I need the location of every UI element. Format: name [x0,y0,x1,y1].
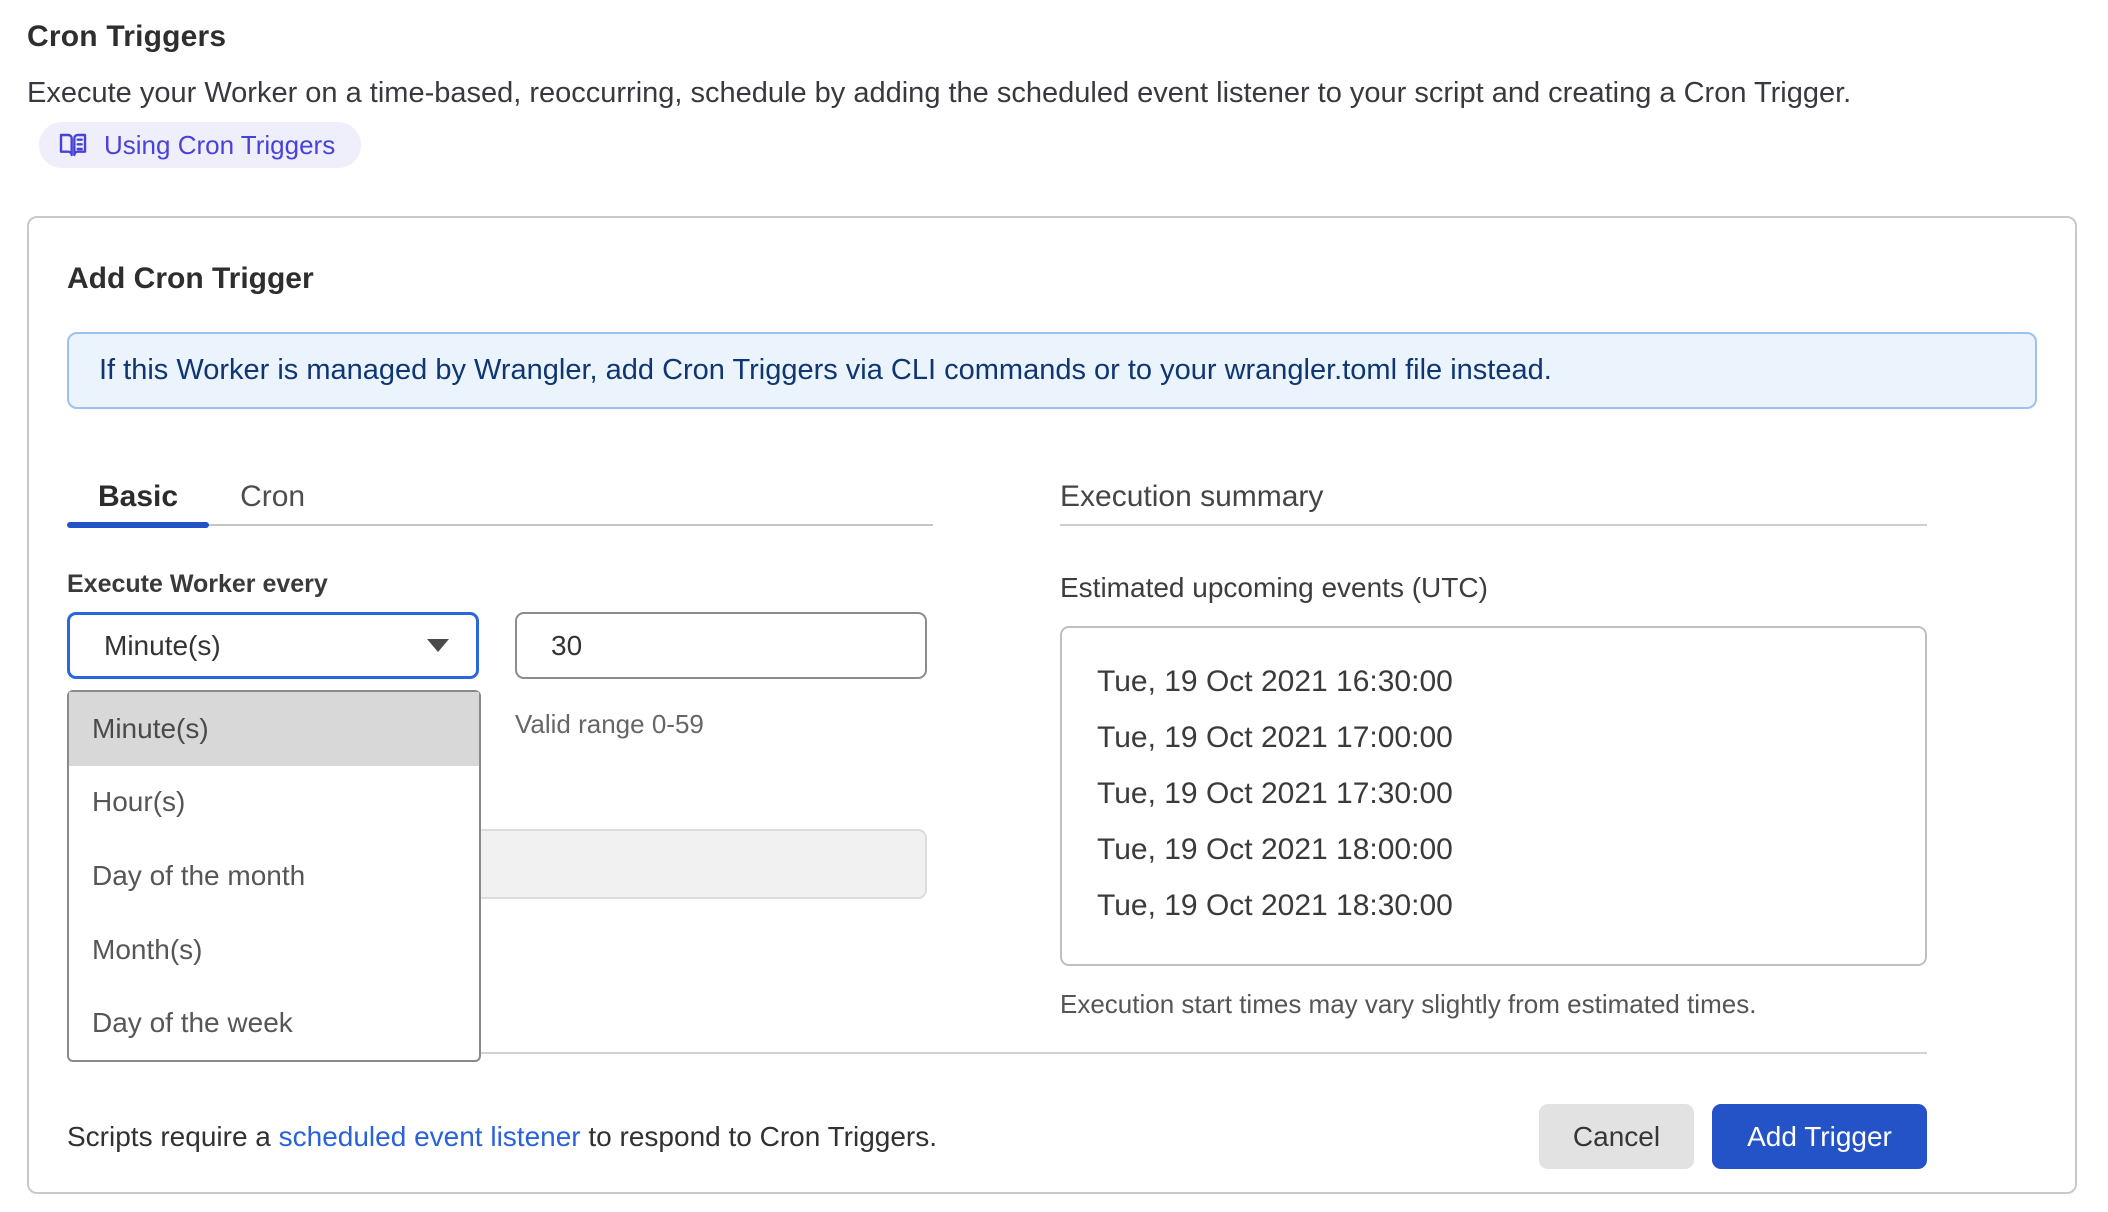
execution-note: Execution start times may vary slightly … [1060,989,1927,1020]
book-icon [57,129,89,161]
estimated-events-label: Estimated upcoming events (UTC) [1060,572,1927,604]
menu-item-hours[interactable]: Hour(s) [69,766,479,840]
event-row: Tue, 19 Oct 2021 17:30:00 [1097,766,1925,822]
card-title: Add Cron Trigger [67,262,2037,296]
add-cron-trigger-card: Add Cron Trigger If this Worker is manag… [27,216,2077,1194]
form-area: Basic Cron Execute Worker every Minute(s… [67,469,2037,1020]
menu-item-months-label: Month(s) [92,934,202,966]
menu-item-day-of-week[interactable]: Day of the week [69,986,479,1060]
menu-item-day-of-month-label: Day of the month [92,860,305,892]
menu-item-hours-label: Hour(s) [92,786,185,818]
page-description-text: Execute your Worker on a time-based, reo… [27,77,1851,109]
footer-buttons: Cancel Add Trigger [1539,1104,1927,1169]
scheduled-event-listener-link[interactable]: scheduled event listener [279,1121,581,1152]
menu-item-day-of-month[interactable]: Day of the month [69,839,479,913]
menu-item-months[interactable]: Month(s) [69,913,479,987]
event-row: Tue, 19 Oct 2021 16:30:00 [1097,654,1925,710]
unit-select[interactable]: Minute(s) [67,612,479,679]
frequency-controls: Minute(s) Minute(s) Hour(s) Day of the m… [67,612,933,679]
execution-summary-title-label: Execution summary [1060,480,1323,514]
page-title: Cron Triggers [27,20,2077,54]
wrangler-info-banner-text: If this Worker is managed by Wrangler, a… [99,354,1552,387]
tab-cron-label: Cron [240,480,305,514]
footer-text-before-link: Scripts require a [67,1121,279,1152]
wrangler-info-banner: If this Worker is managed by Wrangler, a… [67,332,2037,409]
unit-select-value: Minute(s) [104,630,221,662]
event-row: Tue, 19 Oct 2021 18:00:00 [1097,822,1925,878]
menu-item-minutes-label: Minute(s) [92,713,209,745]
valid-range-hint: Valid range 0-59 [515,709,933,740]
cancel-button[interactable]: Cancel [1539,1104,1694,1169]
card-footer: Scripts require a scheduled event listen… [67,1104,1927,1169]
tab-basic[interactable]: Basic [67,469,209,524]
menu-item-minutes[interactable]: Minute(s) [69,692,479,766]
cron-triggers-page: Cron Triggers Execute your Worker on a t… [0,0,2108,1194]
event-row: Tue, 19 Oct 2021 17:00:00 [1097,710,1925,766]
execution-summary-column: Execution summary Estimated upcoming eve… [1060,469,1927,1020]
page-description: Execute your Worker on a time-based, reo… [27,70,2005,168]
execution-summary-title: Execution summary [1060,469,1927,526]
add-trigger-button[interactable]: Add Trigger [1712,1104,1927,1169]
estimated-events-box: Tue, 19 Oct 2021 16:30:00 Tue, 19 Oct 20… [1060,626,1927,966]
tab-cron[interactable]: Cron [209,469,336,524]
footer-text: Scripts require a scheduled event listen… [67,1121,937,1153]
tab-basic-label: Basic [98,480,178,514]
trigger-form-column: Basic Cron Execute Worker every Minute(s… [67,469,933,1020]
using-cron-triggers-link-label: Using Cron Triggers [104,130,335,160]
tab-bar: Basic Cron [67,469,933,526]
event-row: Tue, 19 Oct 2021 18:30:00 [1097,878,1925,934]
footer-text-after-link: to respond to Cron Triggers. [581,1121,937,1152]
execute-worker-every-label: Execute Worker every [67,570,933,599]
unit-select-dropdown-menu: Minute(s) Hour(s) Day of the month Month… [67,690,481,1062]
chevron-down-icon [427,639,449,652]
minute-value-input[interactable] [515,612,927,679]
menu-item-day-of-week-label: Day of the week [92,1007,293,1039]
using-cron-triggers-link[interactable]: Using Cron Triggers [39,122,361,168]
